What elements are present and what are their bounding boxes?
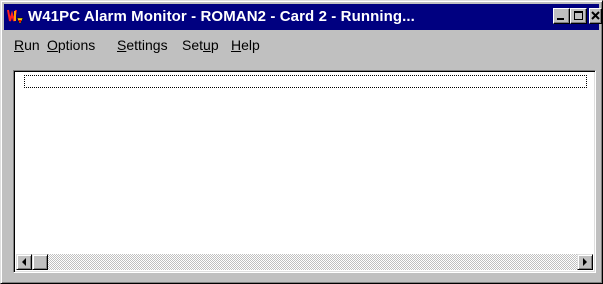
menu-help[interactable]: Help: [231, 37, 260, 53]
scroll-right-button[interactable]: [577, 254, 593, 270]
window-title: W41PC Alarm Monitor - ROMAN2 - Card 2 - …: [28, 8, 415, 25]
menu-run[interactable]: Run: [14, 37, 40, 53]
horizontal-scrollbar[interactable]: [16, 254, 593, 270]
focus-row[interactable]: [24, 75, 587, 88]
arrow-left-icon: [22, 258, 26, 266]
alarm-list[interactable]: [16, 73, 593, 254]
scroll-thumb[interactable]: [32, 254, 48, 270]
alarm-list-panel: [13, 70, 596, 273]
close-button[interactable]: [589, 8, 602, 24]
maximize-icon: [574, 11, 583, 20]
scroll-left-button[interactable]: [16, 254, 32, 270]
minimize-button[interactable]: [553, 8, 570, 24]
menu-bar: Run Options Settings Setup Help: [4, 32, 599, 56]
maximize-button[interactable]: [570, 8, 587, 24]
app-logo-icon[interactable]: [7, 8, 24, 26]
close-icon: [591, 11, 600, 20]
arrow-right-icon: [583, 258, 587, 266]
title-bar[interactable]: W41PC Alarm Monitor - ROMAN2 - Card 2 - …: [4, 4, 602, 30]
menu-setup[interactable]: Setup: [182, 37, 219, 53]
menu-settings[interactable]: Settings: [117, 37, 168, 53]
minimize-icon: [557, 18, 564, 20]
menu-options[interactable]: Options: [47, 37, 95, 53]
app-window: W41PC Alarm Monitor - ROMAN2 - Card 2 - …: [0, 0, 603, 284]
